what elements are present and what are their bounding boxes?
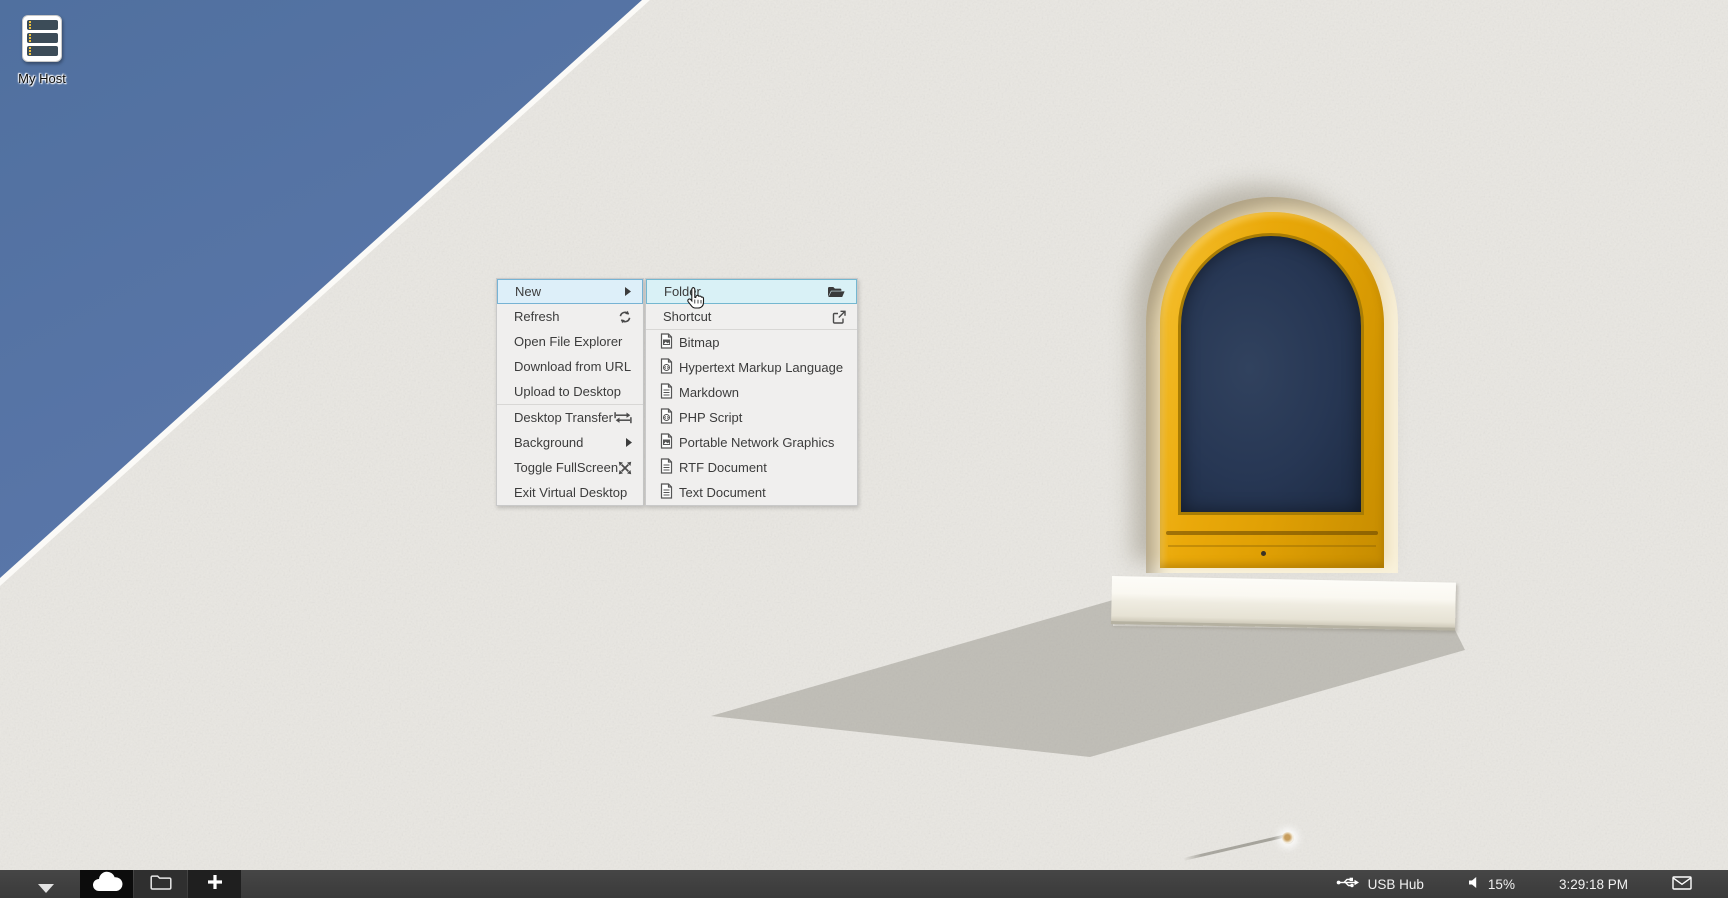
taskbar-folder-button[interactable] [134, 870, 187, 898]
text-file-icon [660, 458, 673, 477]
refresh-icon [618, 310, 632, 324]
submenu-arrow-icon [626, 438, 632, 447]
image-file-icon [660, 333, 673, 352]
window-sill-groove [1166, 531, 1378, 535]
mail-status[interactable] [1672, 876, 1692, 893]
taskbar-collapse-button[interactable] [38, 880, 54, 898]
taskbar-status-area: USB Hub 15% 3:29:18 PM [1336, 870, 1728, 898]
submenu-arrow-icon [625, 287, 631, 296]
window-glass [1178, 233, 1364, 515]
clock-time: 3:29:18 PM [1559, 877, 1628, 892]
menu-item-label: Hypertext Markup Language [679, 360, 843, 375]
fullscreen-arrows-icon [618, 461, 632, 475]
image-file-icon [660, 433, 673, 452]
clock[interactable]: 3:29:18 PM [1559, 877, 1628, 892]
desktop-icon-label: My Host [0, 71, 84, 86]
wall-peg [1282, 832, 1294, 844]
menu-item-label: Text Document [679, 485, 766, 500]
volume-status[interactable]: 15% [1468, 876, 1515, 892]
desktop-icon-my-host[interactable] [22, 15, 62, 62]
text-file-icon [660, 383, 673, 402]
menu-item-desktop-transfer[interactable]: Desktop Transfer [497, 405, 643, 430]
submenu-item-php-script[interactable]: PHP Script [646, 405, 857, 430]
speaker-icon [1468, 876, 1480, 892]
usb-status[interactable]: USB Hub [1336, 876, 1424, 892]
new-submenu: Folder Shortcut Bitmap Hypertext Markup … [645, 278, 858, 506]
window-ledge [1111, 576, 1456, 631]
cloud-icon [90, 871, 124, 898]
menu-item-label: Background [514, 435, 583, 450]
menu-item-refresh[interactable]: Refresh [497, 304, 643, 329]
menu-item-label: New [515, 284, 541, 299]
virtual-desktop[interactable]: My Host New Refresh Open File Explorer D… [0, 0, 1728, 898]
menu-item-label: Download from URL [514, 359, 631, 374]
taskbar-cloud-button[interactable] [80, 870, 133, 898]
submenu-item-rtf-document[interactable]: RTF Document [646, 455, 857, 480]
hand-cursor [686, 286, 706, 315]
submenu-item-bitmap[interactable]: Bitmap [646, 330, 857, 355]
menu-item-download-from-url[interactable]: Download from URL [497, 354, 643, 379]
menu-item-label: Toggle FullScreen [514, 460, 618, 475]
menu-item-exit-virtual-desktop[interactable]: Exit Virtual Desktop [497, 480, 643, 505]
submenu-item-markdown[interactable]: Markdown [646, 380, 857, 405]
menu-item-open-file-explorer[interactable]: Open File Explorer [497, 329, 643, 354]
window-sill-groove-2 [1168, 545, 1376, 547]
envelope-icon [1672, 876, 1692, 893]
code-file-icon [660, 408, 673, 427]
chevron-down-icon [38, 880, 54, 897]
menu-item-upload-to-desktop[interactable]: Upload to Desktop [497, 379, 643, 404]
usb-label: USB Hub [1368, 877, 1424, 892]
menu-item-label: Refresh [514, 309, 560, 324]
menu-item-toggle-fullscreen[interactable]: Toggle FullScreen [497, 455, 643, 480]
submenu-item-shortcut[interactable]: Shortcut [646, 304, 857, 329]
window-sill-dot [1261, 551, 1266, 556]
submenu-item-png[interactable]: Portable Network Graphics [646, 430, 857, 455]
menu-item-label: PHP Script [679, 410, 742, 425]
menu-item-new[interactable]: New [497, 279, 643, 304]
menu-item-label: Open File Explorer [514, 334, 622, 349]
usb-icon [1336, 876, 1360, 892]
taskbar: USB Hub 15% 3:29:18 PM [0, 870, 1728, 898]
volume-level: 15% [1488, 877, 1515, 892]
context-menu: New Refresh Open File Explorer Download … [496, 278, 644, 506]
menu-item-label: Desktop Transfer [514, 410, 613, 425]
menu-item-label: Bitmap [679, 335, 719, 350]
text-file-icon [660, 483, 673, 502]
taskbar-add-button[interactable] [188, 870, 241, 898]
menu-item-label: Markdown [679, 385, 739, 400]
submenu-item-html[interactable]: Hypertext Markup Language [646, 355, 857, 380]
folder-icon [150, 874, 172, 895]
folder-icon [827, 285, 845, 298]
submenu-item-text-document[interactable]: Text Document [646, 480, 857, 505]
submenu-item-folder[interactable]: Folder [646, 279, 857, 304]
menu-item-background[interactable]: Background [497, 430, 643, 455]
transfer-arrows-icon [614, 411, 632, 424]
menu-item-label: Portable Network Graphics [679, 435, 834, 450]
code-file-icon [660, 358, 673, 377]
menu-item-label: Upload to Desktop [514, 384, 621, 399]
menu-item-label: RTF Document [679, 460, 767, 475]
plus-icon [207, 874, 223, 895]
menu-item-label: Exit Virtual Desktop [514, 485, 627, 500]
external-link-icon [832, 310, 846, 324]
